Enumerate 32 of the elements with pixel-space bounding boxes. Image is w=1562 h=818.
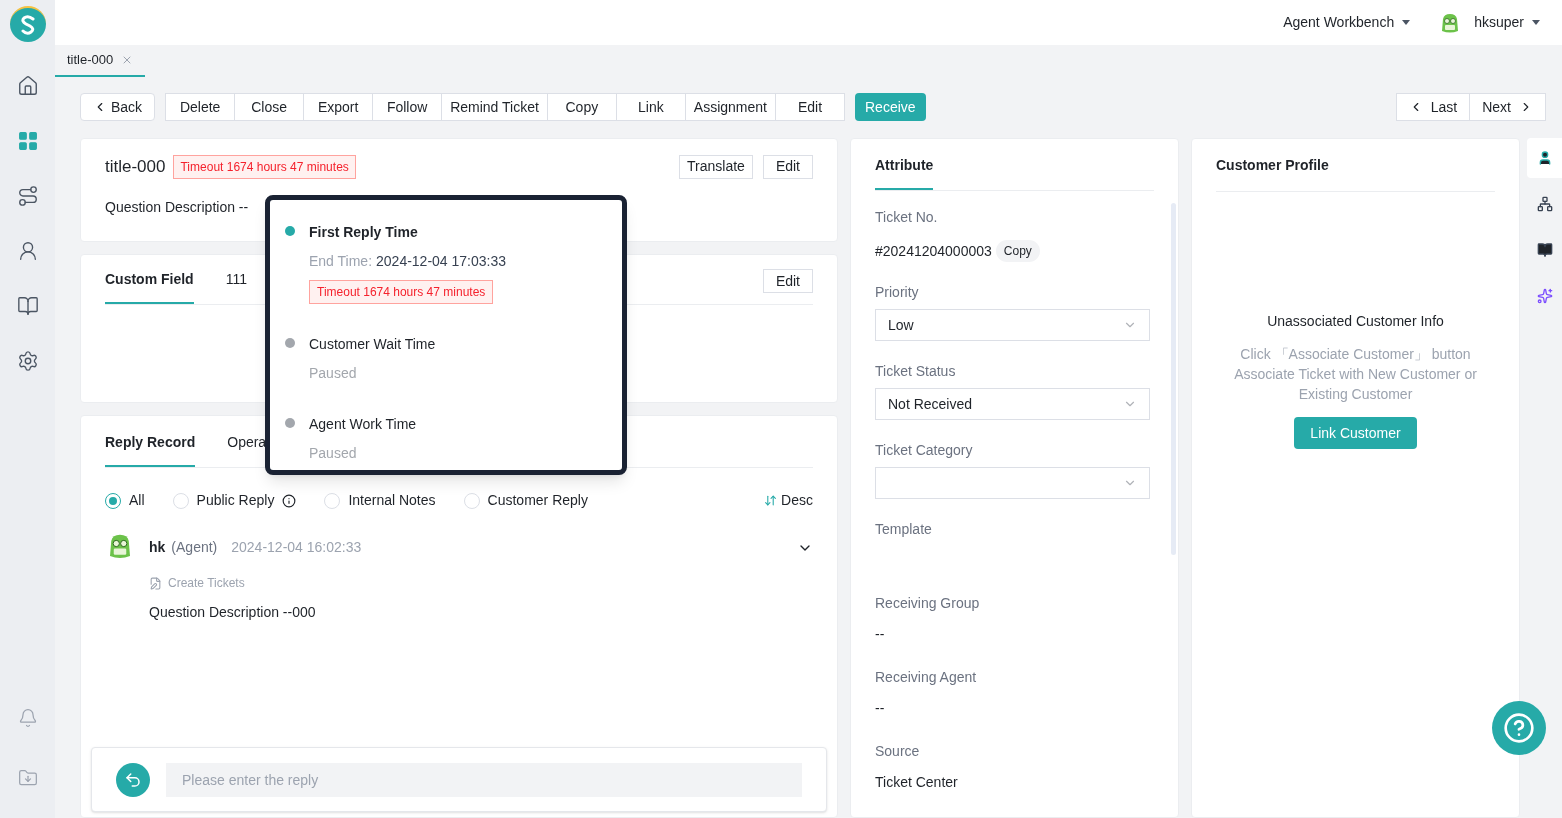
field-label: Template <box>875 520 933 539</box>
field-label: Ticket Category <box>875 441 974 460</box>
field-label: Priority <box>875 283 920 302</box>
field-label: Receiving Agent <box>875 668 978 687</box>
empty-text: Click 「Associate Customer」 button Associate Ticket with New Customer or Existing Customer <box>1233 345 1478 404</box>
field-label: Ticket Status <box>875 362 957 381</box>
field-label: Source <box>875 742 921 761</box>
end-time-label: End Time: <box>309 252 373 271</box>
ticket-number: #20241204000003 <box>875 241 992 261</box>
timer-title: Customer Wait Time <box>309 335 436 354</box>
timer-title: Agent Work Time <box>309 415 417 434</box>
record-time: 2024-12-04 16:02:33 <box>231 538 362 557</box>
field-value: Ticket Center <box>875 773 959 792</box>
author-role: (Agent) <box>171 538 218 557</box>
ticket-title: title-000 <box>105 156 166 178</box>
field-label: Receiving Group <box>875 594 981 613</box>
card-title: Customer Profile <box>1216 157 1329 173</box>
timer-status: Paused <box>309 444 358 463</box>
end-time-value: 2024-12-04 17:03:33 <box>376 252 507 271</box>
record-action: Create Tickets <box>168 575 245 592</box>
empty-title: Unassociated Customer Info <box>1266 312 1445 331</box>
timeout-badge: Timeout 1674 hours 47 minutes <box>173 154 356 179</box>
timer-title: First Reply Time <box>309 223 419 242</box>
tab-label: title-000 <box>67 51 114 70</box>
field-value: -- <box>875 625 886 644</box>
field-value: -- <box>875 699 886 718</box>
timer-status: Paused <box>309 364 358 383</box>
timeout-badge: Timeout 1674 hours 47 minutes <box>309 280 494 304</box>
ticket-description: Question Description -- <box>105 197 250 217</box>
record-content: Question Description --000 <box>149 603 317 622</box>
author-name: hk <box>149 538 166 557</box>
field-label: Ticket No. <box>875 208 939 227</box>
